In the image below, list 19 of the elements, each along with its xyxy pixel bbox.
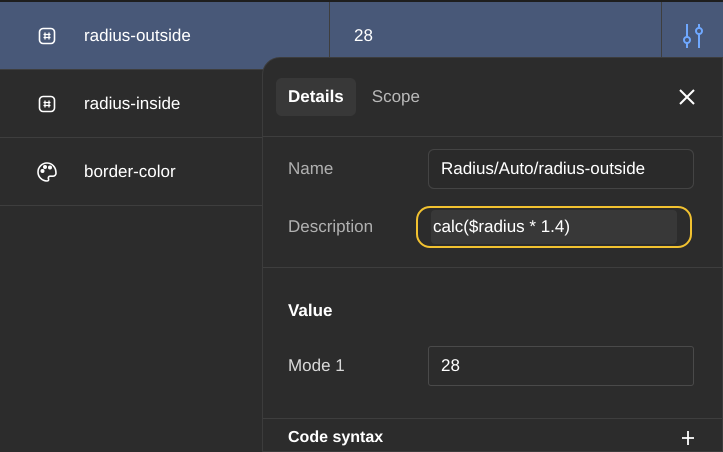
variable-name: border-color xyxy=(84,160,176,183)
section-title: Code syntax xyxy=(288,428,384,446)
variable-value: 28 xyxy=(354,24,373,47)
name-field[interactable]: Radius/Auto/radius-outside xyxy=(428,149,694,189)
section-title: Value xyxy=(288,300,334,322)
tab[interactable]: Details xyxy=(276,78,356,116)
sliders-icon[interactable] xyxy=(680,22,704,48)
palette-icon xyxy=(36,160,58,182)
field-label: Mode 1 xyxy=(288,354,346,377)
add-icon[interactable] xyxy=(682,430,694,444)
value-field[interactable]: 28 xyxy=(428,346,694,386)
description-field[interactable]: calc($radius * 1.4) xyxy=(416,206,692,248)
variable-name: radius-inside xyxy=(84,92,180,115)
variable-name: radius-outside xyxy=(84,24,191,47)
number-icon xyxy=(38,94,56,112)
field-label: Description xyxy=(288,216,374,238)
tab[interactable]: Scope xyxy=(360,78,432,116)
field-label: Name xyxy=(288,158,334,180)
number-icon xyxy=(38,26,56,44)
